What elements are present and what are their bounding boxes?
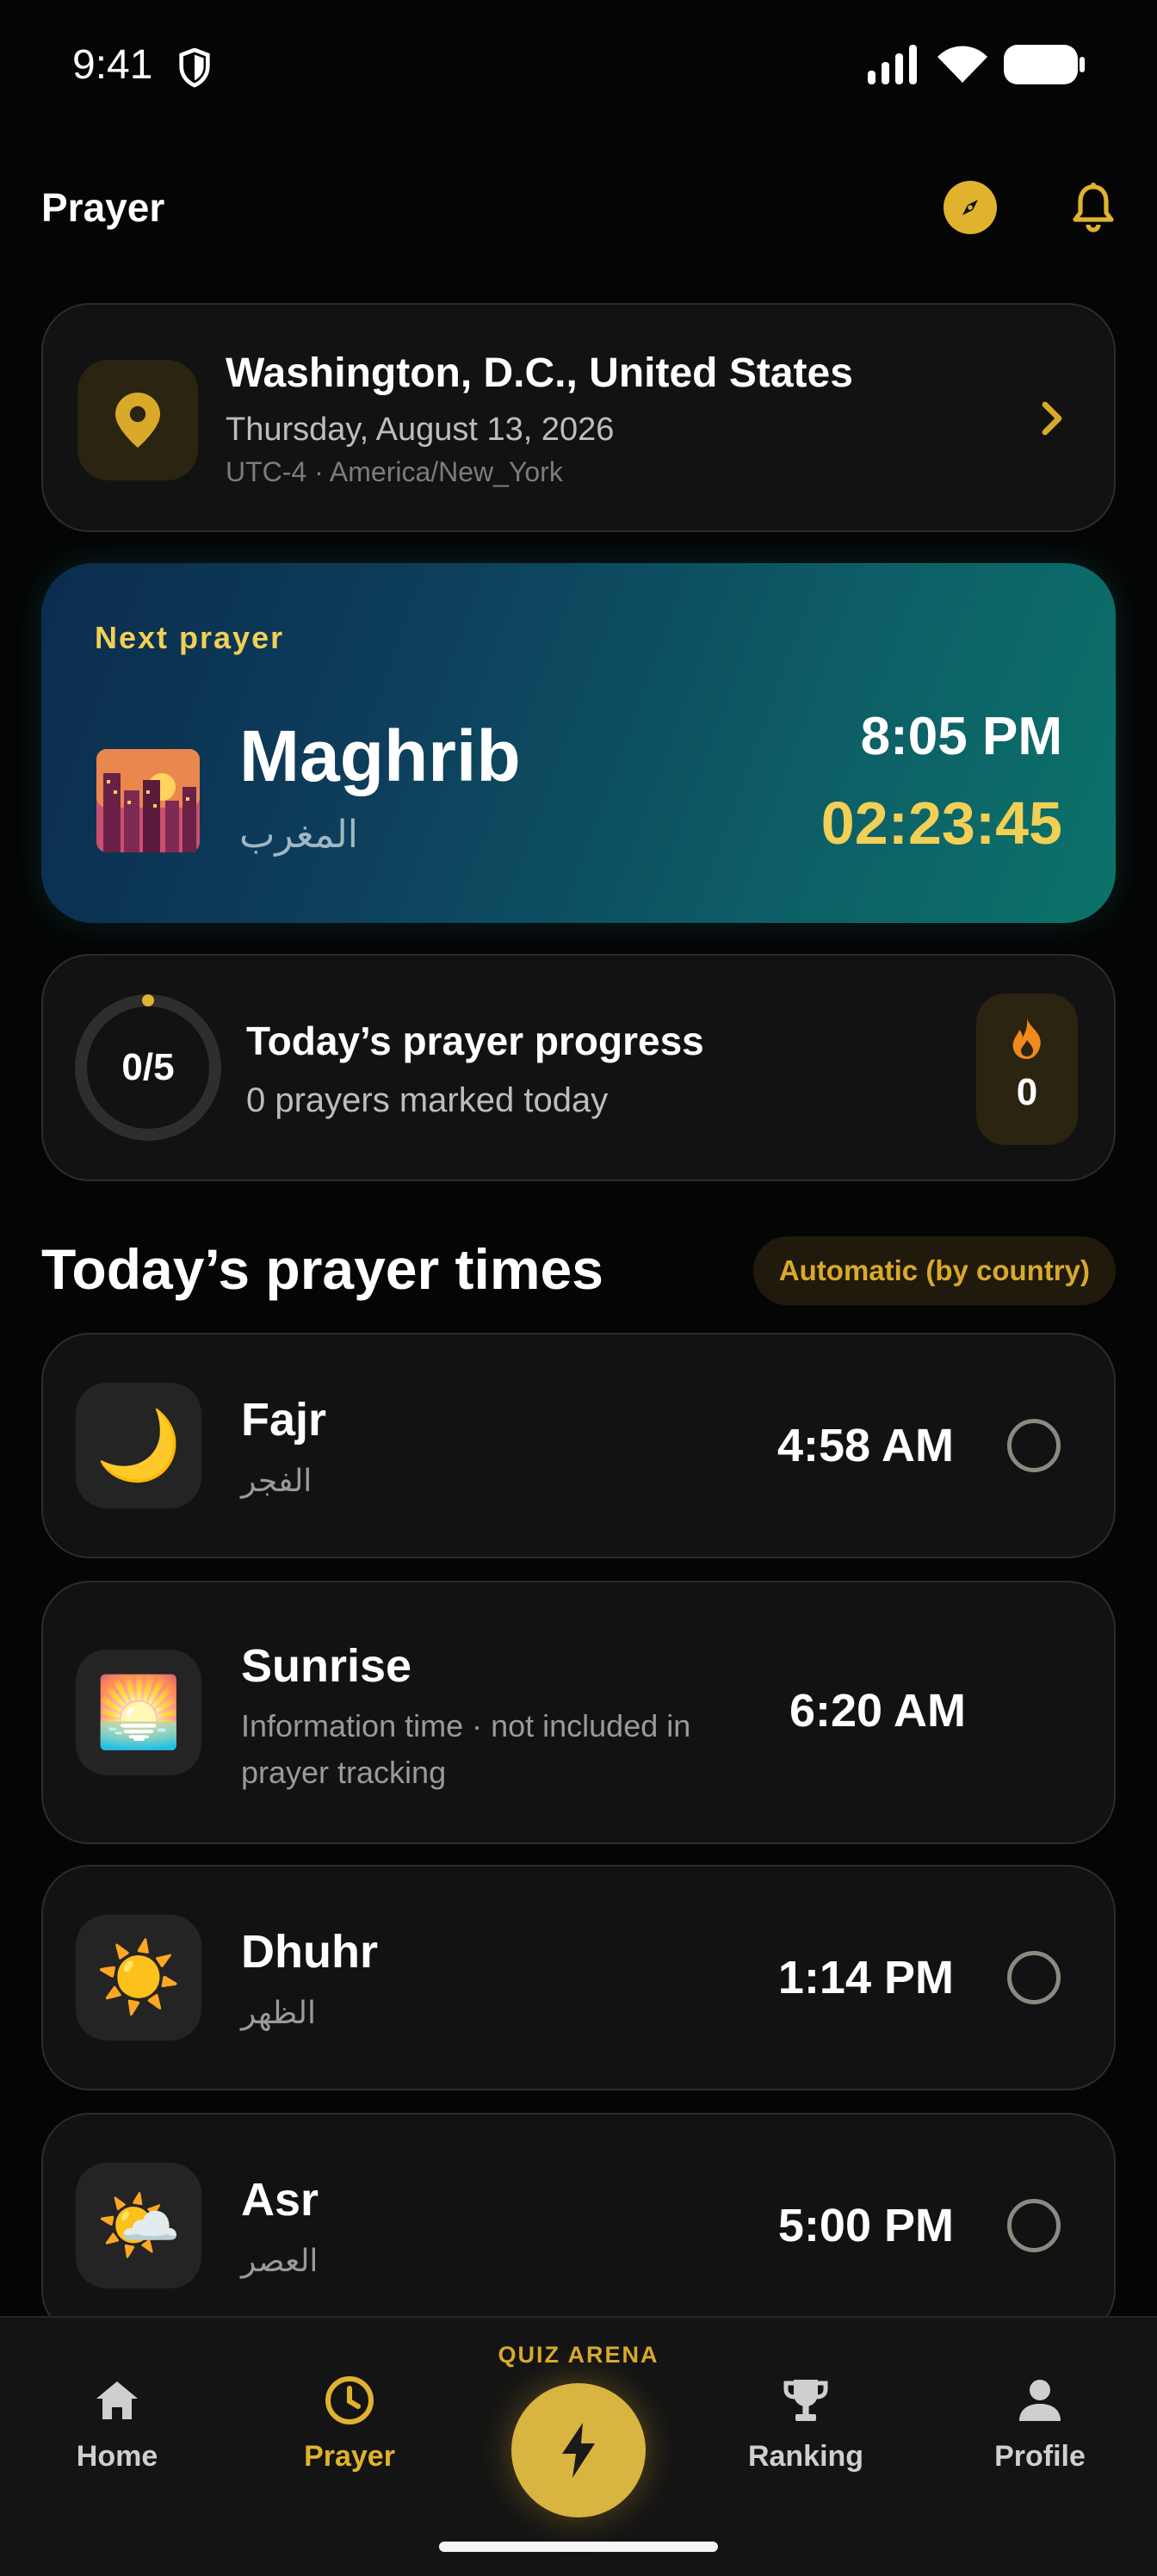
prayer-row-dhuhr[interactable]: ☀️ Dhuhr الظهر 1:14 PM — [41, 1865, 1116, 2090]
next-prayer-name: Maghrib — [239, 715, 521, 796]
prayer-time: 1:14 PM — [777, 1952, 954, 2003]
prayer-arabic: العصر — [241, 2244, 319, 2279]
nav-profile[interactable]: Profile — [954, 2373, 1126, 2474]
signal-icon — [868, 45, 917, 84]
quiz-arena-button[interactable] — [511, 2383, 646, 2517]
home-icon — [96, 2381, 138, 2419]
chevron-right-icon — [1042, 401, 1062, 436]
prayer-time: 6:20 AM — [789, 1685, 966, 1737]
next-prayer-countdown: 02:23:45 — [820, 790, 1062, 857]
prayer-progress-card[interactable]: 0/5 Today’s prayer progress 0 prayers ma… — [41, 954, 1116, 1181]
mark-prayed-checkbox[interactable] — [1007, 1951, 1061, 2004]
nav-home[interactable]: Home — [31, 2373, 203, 2474]
crescent-moon-icon: 🌙 — [76, 1383, 201, 1508]
progress-count: 0/5 — [121, 1046, 175, 1088]
wifi-icon — [937, 46, 987, 83]
sun-icon: ☀️ — [76, 1915, 201, 2040]
prayer-time: 4:58 AM — [776, 1420, 954, 1471]
flame-icon — [1012, 1018, 1041, 1059]
streak-count: 0 — [1016, 1071, 1038, 1113]
location-city: Washington, D.C., United States — [226, 350, 853, 396]
nav-prayer[interactable]: Prayer — [263, 2373, 436, 2474]
prayer-name: Asr — [241, 2174, 319, 2226]
next-prayer-arabic: المغرب — [239, 813, 358, 857]
status-time: 9:41 — [72, 42, 153, 88]
prayer-times-heading: Today’s prayer times — [41, 1237, 603, 1301]
prayer-arabic: الفجر — [241, 1464, 312, 1499]
prayer-time: 5:00 PM — [777, 2200, 954, 2251]
prayer-name: Fajr — [241, 1394, 327, 1446]
location-date: Thursday, August 13, 2026 — [226, 412, 615, 448]
shield-icon — [179, 48, 210, 88]
quiz-arena-label: QUIZ ARENA — [498, 2342, 659, 2368]
mark-prayed-checkbox[interactable] — [1007, 2199, 1061, 2252]
battery-icon — [1004, 45, 1085, 84]
prayer-row-fajr[interactable]: 🌙 Fajr الفجر 4:58 AM — [41, 1333, 1116, 1558]
bell-icon — [1073, 183, 1114, 232]
prayer-name: Dhuhr — [241, 1926, 378, 1978]
home-indicator — [439, 2542, 718, 2552]
sunrise-note: Information time · not included in praye… — [241, 1708, 691, 1790]
next-prayer-card[interactable]: Next prayer Maghrib المغرب 8:05 PM 02:23… — [41, 563, 1116, 923]
city-sunset-icon — [96, 749, 200, 852]
location-card[interactable]: Washington, D.C., United States Thursday… — [41, 303, 1116, 532]
nav-ranking[interactable]: Ranking — [720, 2373, 892, 2474]
location-timezone: UTC-4 · America/New_York — [226, 456, 563, 487]
next-prayer-time: 8:05 PM — [860, 707, 1062, 766]
mark-prayed-checkbox[interactable] — [1007, 1419, 1061, 1472]
lightning-icon — [562, 2423, 595, 2478]
progress-subtitle: 0 prayers marked today — [246, 1081, 609, 1119]
streak-badge: 0 — [976, 994, 1078, 1145]
compass-icon — [962, 200, 978, 215]
location-pin-icon — [115, 393, 160, 448]
sun-behind-cloud-icon: 🌤️ — [76, 2163, 201, 2288]
prayer-row-asr[interactable]: 🌤️ Asr العصر 5:00 PM — [41, 2113, 1116, 2338]
clock-icon — [325, 2376, 374, 2424]
status-bar: 9:41 — [0, 0, 1157, 129]
next-prayer-label: Next prayer — [95, 620, 285, 655]
nav-ranking-label: Ranking — [747, 2440, 864, 2473]
calculation-method-chip[interactable]: Automatic (by country) — [752, 1236, 1116, 1305]
notifications-button[interactable] — [1067, 179, 1119, 236]
page-title: Prayer — [41, 185, 165, 230]
nav-profile-label: Profile — [994, 2440, 1086, 2473]
bottom-navigation: Home Prayer QUIZ ARENA Ranking Profile — [0, 2316, 1157, 2576]
location-icon-box — [77, 360, 198, 480]
nav-prayer-label: Prayer — [304, 2440, 395, 2473]
prayer-name: Sunrise — [241, 1640, 412, 1692]
qibla-compass-button[interactable] — [944, 181, 997, 234]
prayer-arabic: الظهر — [241, 1996, 316, 2031]
sunrise-icon: 🌅 — [76, 1650, 201, 1775]
nav-home-label: Home — [76, 2440, 158, 2473]
prayer-row-sunrise: 🌅 Sunrise Information time · not include… — [41, 1581, 1116, 1844]
person-icon — [1019, 2380, 1061, 2421]
progress-title: Today’s prayer progress — [246, 1019, 704, 1063]
trophy-icon — [783, 2380, 828, 2421]
